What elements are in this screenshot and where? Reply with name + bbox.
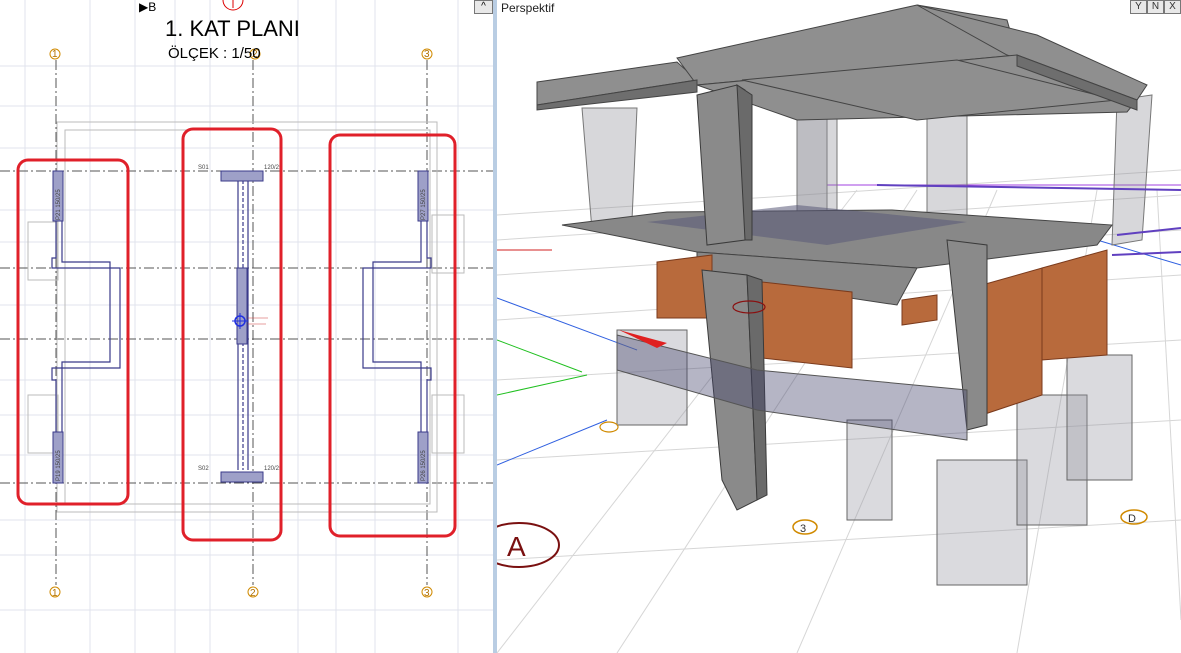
axis-label-1-bottom: 1	[52, 588, 58, 599]
svg-text:3: 3	[800, 523, 806, 535]
plan-scale: ÖLÇEK : 1/50	[168, 45, 261, 62]
beam-label-s01: S01	[198, 165, 209, 171]
highlight-right-wall	[328, 133, 457, 538]
perspective-canvas[interactable]: A 3 D	[497, 0, 1181, 653]
floor-plan-canvas[interactable]: P21 150/25 P19 150/25 P27 150/25 P26 150…	[0, 0, 493, 653]
section-mark: ▶B	[139, 0, 157, 14]
view-y-button[interactable]: Y	[1130, 0, 1147, 14]
axis-label-1-top: 1	[52, 49, 58, 60]
axis-label-3-bottom: 3	[424, 588, 430, 599]
section-bubble-icon	[222, 0, 244, 11]
floor-plan-view[interactable]: P21 150/25 P19 150/25 P27 150/25 P26 150…	[0, 0, 493, 653]
axis-marker-d-icon: D	[1120, 509, 1148, 525]
svg-text:A: A	[507, 531, 526, 562]
view-n-button[interactable]: N	[1147, 0, 1164, 14]
axis-label-3-top: 3	[424, 49, 430, 60]
view-button-group: Y N X	[1130, 0, 1181, 14]
column-label-p21: P21 150/25	[56, 189, 62, 220]
svg-text:D: D	[1128, 513, 1136, 525]
axis-marker-a-icon: A	[497, 522, 560, 568]
highlight-left-wall	[16, 158, 130, 506]
plan-title: 1. KAT PLANI	[165, 16, 300, 41]
axis-marker-3-icon: 3	[792, 519, 818, 535]
maximize-button[interactable]: ^	[474, 0, 493, 14]
view-x-button[interactable]: X	[1164, 0, 1181, 14]
column-label-p27: P27 150/25	[421, 189, 427, 220]
column-label-p26: P26 150/25	[421, 450, 427, 481]
perspective-label: Perspektif	[501, 1, 555, 15]
perspective-view[interactable]: A 3 D Perspektif Y N X	[497, 0, 1181, 653]
column-label-p19: P19 150/25	[56, 450, 62, 481]
axis-label-2-bottom: 2	[250, 588, 256, 599]
beam-label-s02: S02	[198, 466, 209, 472]
